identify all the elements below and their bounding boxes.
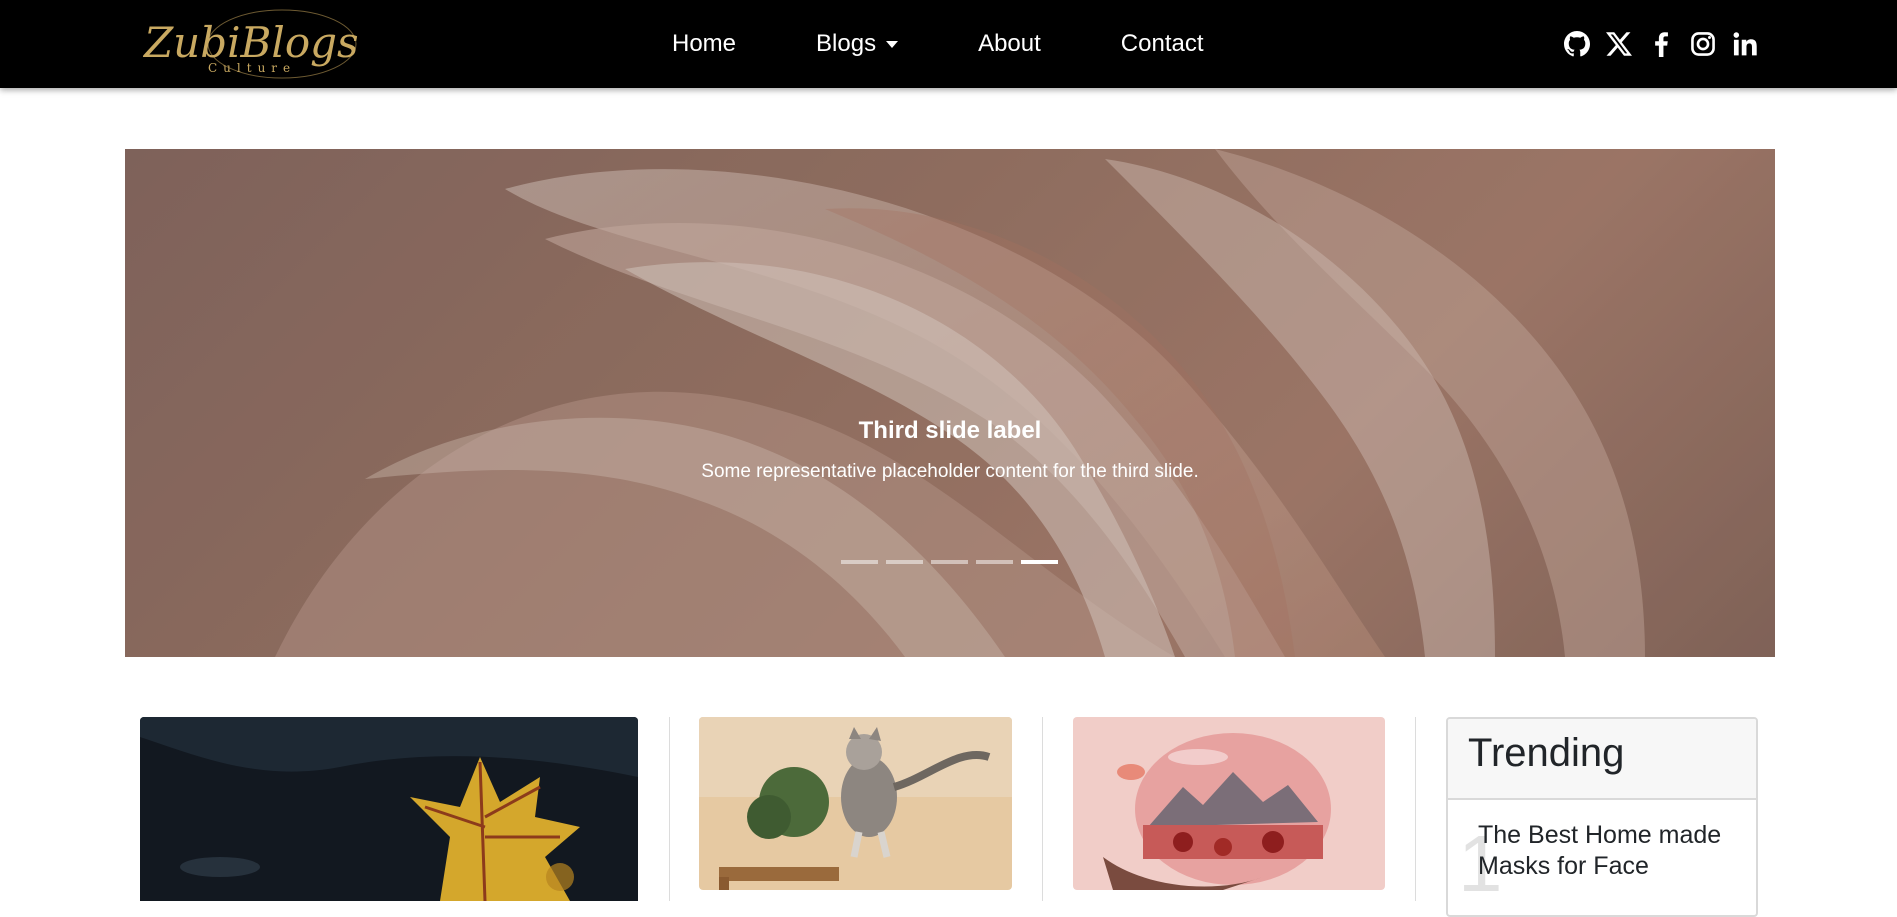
carousel-indicator[interactable] (976, 560, 1013, 564)
glass-sphere-post-image[interactable] (1073, 717, 1385, 890)
carousel-indicators (841, 560, 1066, 564)
nav-home-label: Home (672, 30, 737, 57)
social-links (1564, 0, 1774, 88)
column-divider (669, 717, 670, 901)
nav-about-link[interactable]: About (978, 30, 1041, 58)
x-icon[interactable] (1606, 31, 1632, 57)
carousel-caption-text: Some representative placeholder content … (701, 461, 1199, 482)
svg-text:ZubiBlogs: ZubiBlogs (142, 18, 359, 67)
nav-blogs-label: Blogs (816, 30, 877, 57)
carousel-indicator[interactable] (886, 560, 923, 564)
nav-about-label: About (978, 30, 1041, 57)
nav-home-link[interactable]: Home (672, 30, 736, 58)
nav-contact-label: Contact (1120, 30, 1204, 57)
trending-panel: Trending 1 The Best Home made Masks for … (1446, 717, 1758, 917)
kitten-post-image[interactable] (699, 717, 1012, 890)
carousel-overlay (125, 149, 1775, 657)
instagram-icon[interactable] (1690, 31, 1716, 57)
leaf-post-image[interactable] (140, 717, 638, 901)
column-divider (1042, 717, 1043, 901)
hero-carousel[interactable]: Third slide label Some representative pl… (125, 149, 1775, 657)
column-divider (1415, 717, 1416, 901)
carousel-caption-title: Third slide label (858, 417, 1042, 444)
main-nav: Home Blogs About Contact (672, 0, 1204, 88)
nav-blogs-dropdown[interactable]: Blogs (816, 30, 899, 58)
carousel-indicator[interactable] (841, 560, 878, 564)
nav-contact-link[interactable]: Contact (1121, 30, 1204, 58)
trending-item-link[interactable]: The Best Home made Masks for Face (1478, 820, 1748, 882)
carousel-indicator[interactable] (931, 560, 968, 564)
svg-text:Culture: Culture (208, 61, 296, 75)
facebook-icon[interactable] (1648, 31, 1674, 57)
linkedin-icon[interactable] (1732, 31, 1758, 57)
trending-title: Trending (1468, 731, 1625, 775)
navbar: ZubiBlogs Culture Home Blogs About Conta… (0, 0, 1897, 88)
carousel-indicator-active[interactable] (1021, 560, 1058, 564)
trending-header: Trending (1448, 719, 1756, 800)
github-icon[interactable] (1564, 31, 1590, 57)
brand-logo[interactable]: ZubiBlogs Culture (140, 4, 372, 84)
chevron-down-icon (886, 40, 899, 48)
